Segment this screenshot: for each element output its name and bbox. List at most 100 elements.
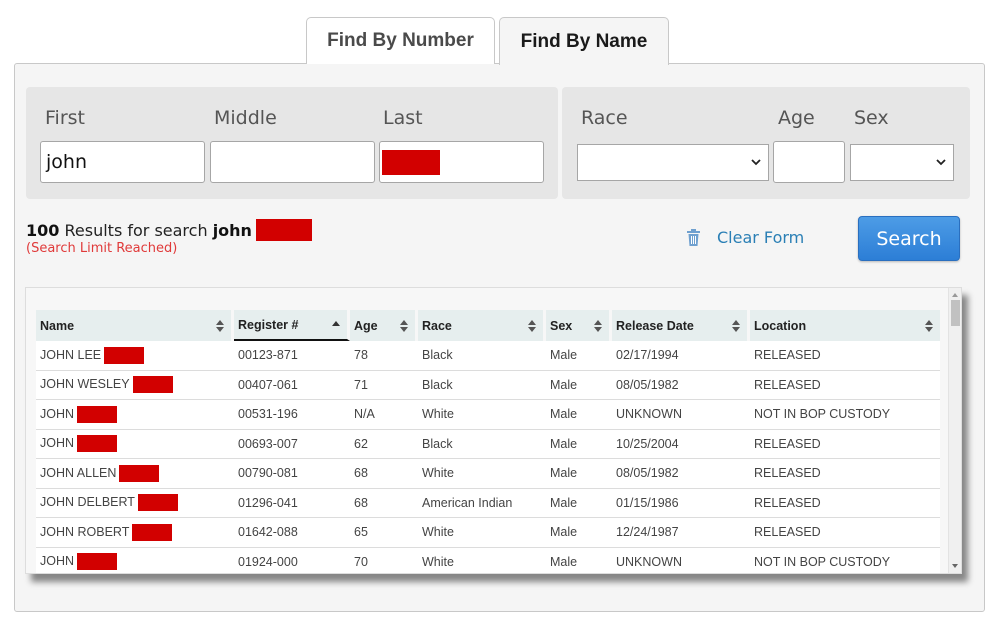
chevron-down-icon <box>936 159 946 166</box>
race-select[interactable] <box>577 144 769 181</box>
cell-name: JOHN <box>36 429 234 459</box>
cell-location-text: RELEASED <box>754 525 821 540</box>
cell-release-text: 01/15/1986 <box>616 495 679 510</box>
table-row[interactable]: JOHN ROBERT 01642-088 65 White Male 12/24/198… <box>36 518 940 548</box>
table-row[interactable]: JOHN LEE 00123-871 78 Black Male 02/17/1994 RE… <box>36 341 940 371</box>
results-count: 100 <box>26 220 60 240</box>
search-tabs: Find By Number Find By Name <box>306 17 669 65</box>
column-label: Race <box>422 318 452 333</box>
first-name-value: john <box>46 151 87 173</box>
cell-register-text: 01296-041 <box>238 495 298 510</box>
cell-sex: Male <box>546 459 612 489</box>
scrollbar-thumb[interactable] <box>951 300 960 326</box>
table-row[interactable]: JOHN 00531-196 N/A White Male UNKNOWN NOT IN B… <box>36 400 940 430</box>
sort-both-icon <box>528 320 536 332</box>
cell-age-text: 78 <box>354 348 368 363</box>
cell-release-text: 08/05/1982 <box>616 377 679 392</box>
table-row[interactable]: JOHN ALLEN 00790-081 68 White Male 08/05/1982… <box>36 459 940 489</box>
column-header-location[interactable]: Location <box>750 310 940 341</box>
cell-name-text: JOHN LEE <box>40 347 102 362</box>
last-name-input[interactable] <box>379 141 544 183</box>
clear-form-button[interactable]: Clear Form <box>686 228 804 247</box>
sort-both-icon <box>925 320 933 332</box>
middle-name-input[interactable] <box>210 141 375 183</box>
cell-location-text: RELEASED <box>754 495 821 510</box>
cell-name-text: JOHN <box>40 436 75 451</box>
tab-find-by-name[interactable]: Find By Name <box>499 17 669 65</box>
cell-register-text: 01924-000 <box>238 554 298 569</box>
cell-register: 00123-871 <box>234 341 350 371</box>
cell-sex: Male <box>546 400 612 430</box>
cell-sex-text: Male <box>550 348 578 363</box>
cell-age-text: 62 <box>354 436 368 451</box>
cell-name-text: JOHN DELBERT <box>40 495 135 510</box>
cell-sex-text: Male <box>550 436 578 451</box>
cell-race-text: American Indian <box>422 495 513 510</box>
cell-sex: Male <box>546 429 612 459</box>
column-header-race[interactable]: Race <box>418 310 546 341</box>
last-name-label: Last <box>383 107 423 129</box>
cell-release-text: 08/05/1982 <box>616 466 679 481</box>
cell-name: JOHN ROBERT <box>36 518 234 548</box>
cell-release: 12/24/1987 <box>612 518 750 548</box>
sex-select[interactable] <box>850 144 954 181</box>
column-label: Register # <box>238 317 299 332</box>
age-input[interactable] <box>773 141 845 183</box>
cell-race-text: Black <box>422 436 453 451</box>
cell-age-text: 68 <box>354 495 368 510</box>
sort-both-icon <box>400 320 408 332</box>
cell-register: 01296-041 <box>234 488 350 518</box>
column-header-register[interactable]: Register # <box>234 310 350 341</box>
column-label: Sex <box>550 318 573 333</box>
cell-race: White <box>418 547 546 573</box>
redacted-surname <box>137 494 178 512</box>
cell-register-text: 00790-081 <box>238 466 298 481</box>
results-table-container[interactable]: Name Register # Age Race Sex Release Dat… <box>25 287 962 574</box>
results-text: Results for search <box>64 220 208 240</box>
column-header-release-date[interactable]: Release Date <box>612 310 750 341</box>
table-row[interactable]: JOHN DELBERT 01296-041 68 American Indian Ma… <box>36 488 940 518</box>
table-row[interactable]: JOHN 00693-007 62 Black Male 10/25/2004 RELEAS… <box>36 429 940 459</box>
cell-name: JOHN WESLEY <box>36 370 234 400</box>
cell-release: 02/17/1994 <box>612 341 750 371</box>
column-header-age[interactable]: Age <box>350 310 418 341</box>
cell-race-text: Black <box>422 377 453 392</box>
demographic-fields-group: Race Age Sex <box>562 87 970 199</box>
scroll-up-arrow-icon[interactable] <box>952 293 958 297</box>
column-header-name[interactable]: Name <box>36 310 234 341</box>
cell-sex-text: Male <box>550 407 578 422</box>
search-limit-note: (Search Limit Reached) <box>26 241 178 256</box>
cell-name-text: JOHN <box>40 554 75 569</box>
table-row[interactable]: JOHN WESLEY 00407-061 71 Black Male 08/05/198… <box>36 370 940 400</box>
cell-sex: Male <box>546 341 612 371</box>
trash-icon <box>687 228 700 246</box>
table-row[interactable]: JOHN 01924-000 70 White Male UNKNOWN NOT IN BO… <box>36 547 940 573</box>
cell-race: Black <box>418 341 546 371</box>
redacted-last-name <box>382 149 440 175</box>
table-scrollbar[interactable] <box>948 288 961 573</box>
cell-race: White <box>418 518 546 548</box>
results-table: Name Register # Age Race Sex Release Dat… <box>36 310 940 573</box>
cell-location-text: RELEASED <box>754 436 821 451</box>
cell-name: JOHN ALLEN <box>36 459 234 489</box>
sort-both-icon <box>732 320 740 332</box>
first-name-label: First <box>45 107 85 129</box>
cell-race: White <box>418 400 546 430</box>
cell-register-text: 00531-196 <box>238 407 298 422</box>
tab-find-by-number[interactable]: Find By Number <box>306 17 495 64</box>
cell-race-text: White <box>422 466 454 481</box>
cell-age-text: N/A <box>354 407 375 422</box>
cell-race: American Indian <box>418 488 546 518</box>
name-fields-group: First john Middle Last <box>26 87 558 199</box>
cell-sex: Male <box>546 370 612 400</box>
cell-race-text: Black <box>422 348 453 363</box>
cell-sex-text: Male <box>550 495 578 510</box>
scroll-down-arrow-icon[interactable] <box>952 564 958 568</box>
cell-name: JOHN <box>36 547 234 573</box>
column-header-sex[interactable]: Sex <box>546 310 612 341</box>
cell-register: 00531-196 <box>234 400 350 430</box>
cell-race: Black <box>418 370 546 400</box>
first-name-input[interactable]: john <box>40 141 205 183</box>
redacted-surname <box>119 464 160 482</box>
search-button[interactable]: Search <box>858 216 960 261</box>
